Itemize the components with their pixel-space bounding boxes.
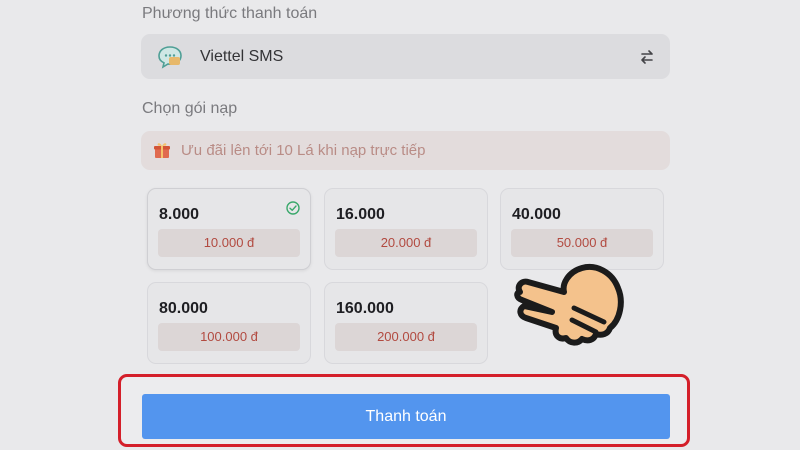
pointing-hand-icon: [514, 264, 624, 346]
sms-chat-icon: [158, 46, 182, 69]
package-option-80000[interactable]: 80.000 100.000 đ: [147, 282, 311, 364]
package-option-16000[interactable]: 16.000 20.000 đ: [324, 188, 488, 270]
package-price: 100.000 đ: [158, 323, 300, 351]
package-amount: 80.000: [159, 300, 208, 317]
payment-method-name: Viettel SMS: [200, 48, 284, 65]
package-price: 50.000 đ: [511, 229, 653, 257]
package-option-160000[interactable]: 160.000 200.000 đ: [324, 282, 488, 364]
package-amount: 8.000: [159, 206, 200, 223]
pay-button[interactable]: Thanh toán: [142, 394, 670, 439]
gift-icon: [154, 143, 170, 158]
package-amount: 160.000: [336, 300, 394, 317]
promo-banner: Ưu đãi lên tới 10 Lá khi nạp trực tiếp: [141, 131, 670, 170]
package-price: 20.000 đ: [335, 229, 477, 257]
payment-method-selector[interactable]: Viettel SMS: [141, 34, 670, 79]
package-heading: Chọn gói nạp: [142, 100, 238, 117]
promo-text: Ưu đãi lên tới 10 Lá khi nạp trực tiếp: [181, 142, 426, 159]
payment-method-heading: Phương thức thanh toán: [142, 5, 318, 22]
package-price: 200.000 đ: [335, 323, 477, 351]
package-price: 10.000 đ: [158, 229, 300, 257]
package-amount: 40.000: [512, 206, 561, 223]
package-option-40000[interactable]: 40.000 50.000 đ: [500, 188, 664, 270]
package-amount: 16.000: [336, 206, 385, 223]
swap-arrows-icon[interactable]: [639, 49, 655, 65]
package-option-8000[interactable]: 8.000 10.000 đ: [147, 188, 311, 270]
check-circle-icon: [286, 201, 300, 215]
